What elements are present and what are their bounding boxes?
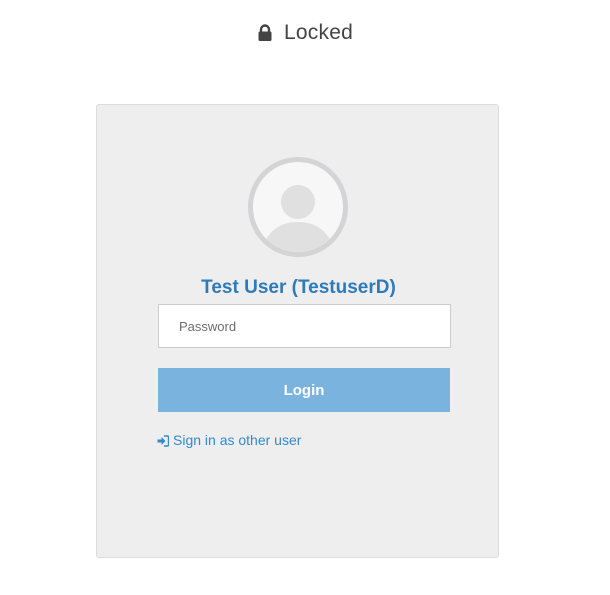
user-avatar-icon	[248, 157, 348, 257]
sign-in-icon	[157, 434, 170, 447]
sign-in-other-user-label: Sign in as other user	[173, 432, 302, 448]
lock-panel: Test User (TestuserD) Login Sign in as o…	[96, 104, 499, 558]
lock-icon	[257, 24, 273, 42]
page-title: Locked	[284, 21, 353, 44]
password-input[interactable]	[158, 304, 451, 348]
sign-in-other-user-link[interactable]: Sign in as other user	[157, 432, 301, 448]
login-button[interactable]: Login	[158, 368, 450, 412]
page-header: Locked	[0, 18, 610, 48]
user-display-name: Test User (TestuserD)	[201, 277, 396, 298]
